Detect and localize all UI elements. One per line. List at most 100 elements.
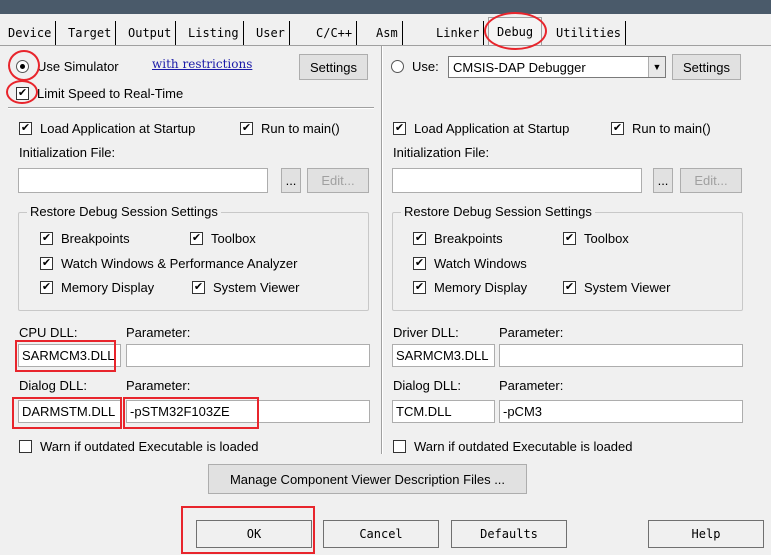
cpu-param-input[interactable] [126,344,370,367]
right-edit-button[interactable]: Edit... [680,168,742,193]
left-memory-display-checkbox[interactable]: ✔ Memory Display [40,280,154,295]
right-run-to-main-checkbox[interactable]: ✔ Run to main() [611,121,711,136]
check-icon: ✔ [192,281,205,294]
debugger-settings-button[interactable]: Settings [672,54,741,80]
left-breakpoints-checkbox[interactable]: ✔ Breakpoints [40,231,130,246]
left-init-file-input[interactable] [18,168,268,193]
restore-legend: Restore Debug Session Settings [401,204,595,219]
restore-legend: Restore Debug Session Settings [27,204,221,219]
left-toolbox-checkbox[interactable]: ✔ Toolbox [190,231,256,246]
simulator-settings-button[interactable]: Settings [299,54,368,80]
left-load-app-checkbox[interactable]: ✔ Load Application at Startup [19,121,195,136]
check-icon: ✔ [40,232,53,245]
right-system-viewer-checkbox[interactable]: ✔ System Viewer [563,280,670,295]
right-dialog-param-input[interactable]: -pCM3 [499,400,743,423]
driver-param-label: Parameter: [499,325,564,340]
radio-unselected-icon [391,60,404,73]
toolbox-label: Toolbox [584,231,629,246]
right-watch-windows-checkbox[interactable]: ✔ Watch Windows [413,256,527,271]
tab-user[interactable]: User [252,21,290,45]
tab-underline [0,45,771,46]
left-init-file-label: Initialization File: [19,145,116,160]
left-system-viewer-checkbox[interactable]: ✔ System Viewer [192,280,299,295]
checkbox-empty-icon [393,440,406,453]
tab-target[interactable]: Target [64,21,117,45]
with-restrictions-link[interactable]: with restrictions [152,57,252,71]
cpu-dll-input[interactable]: SARMCM3.DLL [18,344,121,367]
title-bar-strip [0,0,771,14]
toolbox-label: Toolbox [211,231,256,246]
right-toolbox-checkbox[interactable]: ✔ Toolbox [563,231,629,246]
limit-speed-label: Limit Speed to Real-Time [37,86,184,101]
check-icon: ✔ [563,232,576,245]
dialog-dll-input[interactable]: DARMSTM.DLL [18,400,121,423]
check-icon: ✔ [19,122,32,135]
left-run-to-main-checkbox[interactable]: ✔ Run to main() [240,121,340,136]
tab-listing[interactable]: Listing [184,21,244,45]
breakpoints-label: Breakpoints [434,231,503,246]
ok-button[interactable]: OK [196,520,312,548]
check-icon: ✔ [393,122,406,135]
right-dialog-param-label: Parameter: [499,378,564,393]
tab-output[interactable]: Output [124,21,177,45]
system-viewer-label: System Viewer [213,280,300,295]
tab-asm[interactable]: Asm [372,21,403,45]
dialog-dll-label: Dialog DLL: [19,378,87,393]
tab-utilities[interactable]: Utilities [552,21,627,45]
driver-param-input[interactable] [499,344,743,367]
chevron-down-icon[interactable]: ▼ [648,57,665,77]
right-load-app-checkbox[interactable]: ✔ Load Application at Startup [393,121,569,136]
checkbox-empty-icon [19,440,32,453]
tab-device[interactable]: Device [4,21,57,45]
defaults-button[interactable]: Defaults [451,520,567,548]
memory-display-label: Memory Display [434,280,528,295]
right-warn-checkbox[interactable]: Warn if outdated Executable is loaded [393,439,633,454]
check-icon: ✔ [413,232,426,245]
right-init-file-input[interactable] [392,168,642,193]
cancel-button[interactable]: Cancel [323,520,439,548]
right-dialog-dll-label: Dialog DLL: [393,378,461,393]
load-app-label: Load Application at Startup [414,121,570,136]
check-icon: ✔ [563,281,576,294]
warn-label: Warn if outdated Executable is loaded [414,439,633,454]
cpu-param-label: Parameter: [126,325,191,340]
use-simulator-label: Use Simulator [37,59,119,74]
left-browse-button[interactable]: ... [281,168,301,193]
tab-linker[interactable]: Linker [432,21,485,45]
manage-component-viewer-button[interactable]: Manage Component Viewer Description File… [208,464,527,494]
limit-speed-checkbox[interactable]: ✔ Limit Speed to Real-Time [16,86,183,101]
check-icon: ✔ [40,257,53,270]
left-watch-windows-checkbox[interactable]: ✔ Watch Windows & Performance Analyzer [40,256,298,271]
left-separator [8,107,374,109]
check-icon: ✔ [413,257,426,270]
dialog-param-input[interactable]: -pSTM32F103ZE [126,400,370,423]
use-simulator-radio[interactable]: Use Simulator [16,59,119,74]
watch-windows-label: Watch Windows & Performance Analyzer [61,256,298,271]
check-icon: ✔ [190,232,203,245]
watch-windows-label: Watch Windows [434,256,527,271]
load-app-label: Load Application at Startup [40,121,196,136]
radio-selected-icon [16,60,29,73]
check-icon: ✔ [611,122,624,135]
help-button[interactable]: Help [648,520,764,548]
debugger-select[interactable]: CMSIS-DAP Debugger ▼ [448,56,666,78]
memory-display-label: Memory Display [61,280,155,295]
warn-label: Warn if outdated Executable is loaded [40,439,259,454]
left-warn-checkbox[interactable]: Warn if outdated Executable is loaded [19,439,259,454]
tab-debug[interactable]: Debug [488,17,543,46]
check-icon: ✔ [40,281,53,294]
right-memory-display-checkbox[interactable]: ✔ Memory Display [413,280,527,295]
right-dialog-dll-input[interactable]: TCM.DLL [392,400,495,423]
right-init-file-label: Initialization File: [393,145,490,160]
dialog-param-label: Parameter: [126,378,191,393]
cpu-dll-label: CPU DLL: [19,325,78,340]
left-edit-button[interactable]: Edit... [307,168,369,193]
run-to-main-label: Run to main() [261,121,340,136]
driver-dll-input[interactable]: SARMCM3.DLL [392,344,495,367]
right-browse-button[interactable]: ... [653,168,673,193]
tab-c-cpp[interactable]: C/C++ [312,21,358,45]
use-debugger-radio[interactable]: Use: [391,59,439,74]
driver-dll-label: Driver DLL: [393,325,459,340]
right-breakpoints-checkbox[interactable]: ✔ Breakpoints [413,231,503,246]
breakpoints-label: Breakpoints [61,231,130,246]
